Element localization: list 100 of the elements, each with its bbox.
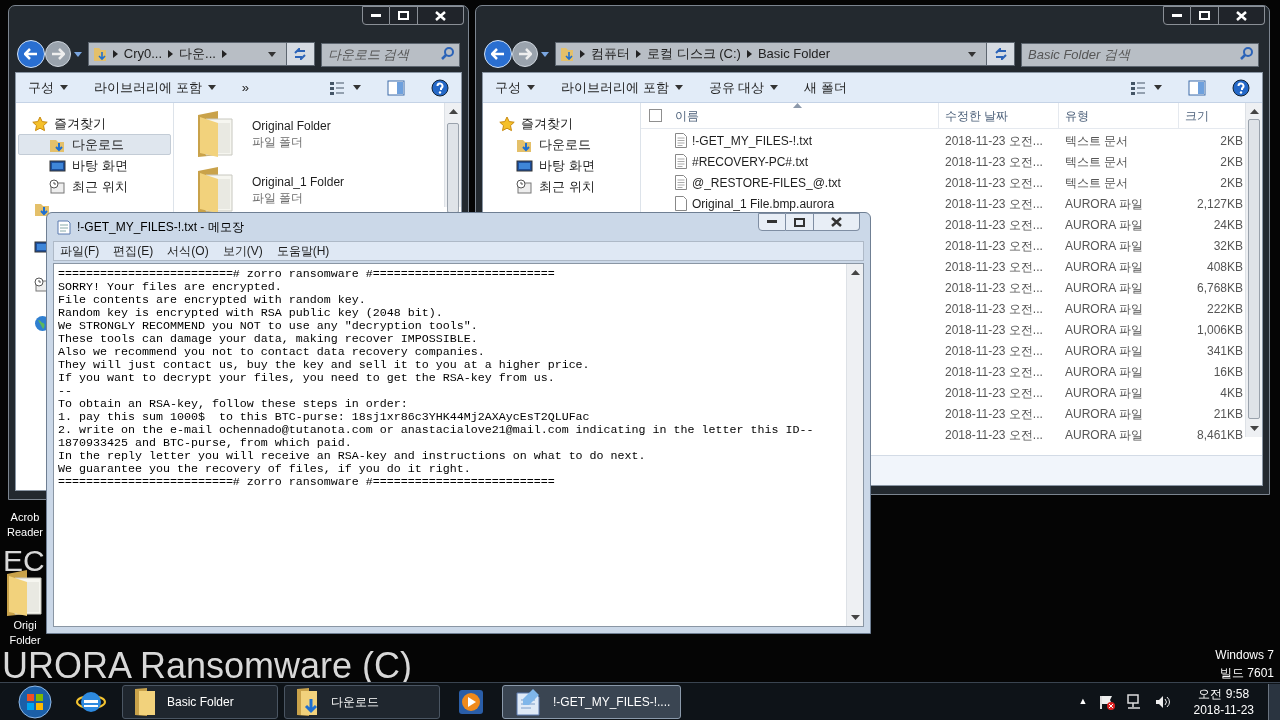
- nav-item[interactable]: 최근 위치: [18, 176, 171, 197]
- folder-item[interactable]: Original_1 Folder 파일 폴더: [194, 165, 444, 215]
- maximize-button[interactable]: [390, 6, 418, 25]
- minimize-icon: [1172, 13, 1182, 18]
- file-size: 8,461KB: [1195, 426, 1244, 444]
- preview-pane-button[interactable]: [1188, 79, 1206, 96]
- toolbar-button[interactable]: 새 폴더: [804, 77, 847, 98]
- breadcrumb-item[interactable]: 로컬 디스크 (C:): [647, 44, 741, 64]
- breadcrumb-item[interactable]: 다운...: [179, 44, 216, 64]
- chevron-icon: [636, 50, 641, 58]
- tray-expand-button[interactable]: ▲: [1078, 694, 1088, 709]
- view-list-icon: [329, 80, 345, 95]
- nav-item[interactable]: 다운로드: [18, 134, 171, 155]
- desktop-icon-label[interactable]: Origi Folder: [9, 618, 41, 648]
- breadcrumb-item[interactable]: 컴퓨터: [591, 44, 630, 64]
- refresh-button[interactable]: [285, 43, 314, 65]
- forward-button[interactable]: [44, 41, 71, 67]
- toolbar-button[interactable]: 구성: [495, 77, 535, 98]
- file-size: 16KB: [1212, 363, 1244, 381]
- text-line: SORRY! Your files are encrypted.: [58, 281, 283, 294]
- clock[interactable]: 오전 9:58 2018-11-23: [1189, 685, 1258, 718]
- file-name[interactable]: Original_1 File.bmp.aurora: [692, 194, 835, 213]
- toolbar-button[interactable]: »: [241, 77, 249, 98]
- text-line: Random key is encrypted with RSA public key (2048 bit).: [58, 307, 444, 320]
- search-field[interactable]: 다운로드 검색: [320, 42, 460, 67]
- monitor-icon: [516, 157, 533, 174]
- scroll-down-icon: [1250, 426, 1259, 431]
- breadcrumb-item[interactable]: Cry0...: [123, 44, 163, 64]
- file-date: 2018-11-23 오전...: [944, 321, 1044, 339]
- file-date: 2018-11-23 오전...: [944, 195, 1044, 213]
- toolbar-button[interactable]: 공유 대상: [708, 77, 779, 98]
- nav-item[interactable]: 최근 위치: [485, 176, 638, 197]
- scrollbar[interactable]: [1245, 103, 1262, 437]
- select-all-checkbox[interactable]: [648, 109, 662, 122]
- file-date: 2018-11-23 오전...: [944, 426, 1044, 444]
- history-dropdown[interactable]: [73, 51, 82, 57]
- column-header[interactable]: 이름: [669, 103, 939, 128]
- file-size: 2,127KB: [1195, 195, 1244, 213]
- back-button[interactable]: [484, 40, 512, 68]
- search-field[interactable]: Basic Folder 검색: [1021, 42, 1259, 67]
- maximize-button[interactable]: [786, 213, 814, 231]
- notepad-icon: [57, 219, 71, 235]
- close-button[interactable]: [814, 213, 860, 231]
- minimize-button[interactable]: [1163, 6, 1191, 25]
- file-date: 2018-11-23 오전...: [944, 405, 1044, 423]
- breadcrumb-item[interactable]: Basic Folder: [757, 44, 831, 64]
- taskbar-button[interactable]: Basic Folder: [122, 684, 278, 719]
- preview-pane-button[interactable]: [387, 79, 405, 96]
- file-size: 408KB: [1205, 258, 1244, 276]
- back-button[interactable]: [17, 40, 45, 68]
- view-options-button[interactable]: [1130, 80, 1162, 95]
- maximize-button[interactable]: [1191, 6, 1219, 25]
- refresh-button[interactable]: [986, 43, 1014, 65]
- minimize-icon: [767, 220, 777, 224]
- menu-item[interactable]: 서식(O): [167, 242, 209, 260]
- minimize-button[interactable]: [362, 6, 390, 25]
- file-name[interactable]: !-GET_MY_FILES-!.txt: [692, 131, 813, 150]
- history-dropdown[interactable]: [541, 51, 549, 57]
- nav-group-header[interactable]: 즐겨찾기: [483, 113, 640, 134]
- file-size: 2KB: [1219, 132, 1244, 150]
- text-line: File contents are encrypted with random key.: [58, 294, 367, 307]
- window-title: !-GET_MY_FILES-!.txt - 메모장: [77, 219, 244, 236]
- nav-item[interactable]: 다운로드: [485, 134, 638, 155]
- close-button[interactable]: [418, 6, 464, 25]
- nav-item[interactable]: 바탕 화면: [485, 155, 638, 176]
- maximize-icon: [794, 217, 805, 227]
- file-type: AURORA 파일: [1064, 363, 1144, 381]
- toolbar-button[interactable]: 라이브러리에 포함: [94, 77, 216, 98]
- text-line: --: [58, 385, 73, 398]
- nav-item[interactable]: 바탕 화면: [18, 155, 171, 176]
- chevron-icon: [746, 50, 752, 58]
- scrollbar[interactable]: [846, 264, 863, 626]
- taskbar-button[interactable]: 다운로드: [284, 684, 440, 719]
- menu-item[interactable]: 도움말(H): [276, 242, 330, 260]
- folder-name: Original Folder: [252, 118, 331, 134]
- file-date: 2018-11-23 오전...: [944, 363, 1044, 381]
- menu-item[interactable]: 파일(F): [60, 242, 100, 260]
- start-orb-icon: [17, 683, 53, 720]
- toolbar-button[interactable]: 라이브러리에 포함: [561, 77, 683, 98]
- address-bar[interactable]: Cry0... 다운...: [87, 42, 315, 66]
- menu-item[interactable]: 편집(E): [113, 242, 154, 260]
- file-name[interactable]: @_RESTORE-FILES_@.txt: [692, 173, 841, 192]
- nav-group-header[interactable]: 즐겨찾기: [16, 113, 173, 134]
- toolbar-button[interactable]: 구성: [28, 77, 68, 98]
- file-name[interactable]: #RECOVERY-PC#.txt: [692, 152, 809, 171]
- show-desktop-button[interactable]: [1268, 683, 1280, 720]
- scroll-down-icon: [851, 615, 860, 620]
- taskbar-button[interactable]: !-GET_MY_FILES-!....: [502, 684, 682, 719]
- column-header[interactable]: 유형: [1059, 103, 1179, 128]
- desktop-icon-label[interactable]: Acrob Reader: [6, 510, 44, 540]
- help-button[interactable]: [1232, 78, 1250, 97]
- view-options-button[interactable]: [329, 80, 361, 95]
- column-header[interactable]: 수정한 날짜: [939, 103, 1059, 128]
- help-button[interactable]: [431, 78, 449, 97]
- folder-item[interactable]: Original Folder 파일 폴더: [194, 109, 444, 159]
- address-bar[interactable]: 컴퓨터 로컬 디스크 (C:) Basic Folder: [555, 42, 1015, 66]
- minimize-button[interactable]: [758, 213, 786, 231]
- close-button[interactable]: [1219, 6, 1265, 25]
- menu-item[interactable]: 보기(V): [222, 242, 263, 260]
- forward-button[interactable]: [512, 41, 538, 67]
